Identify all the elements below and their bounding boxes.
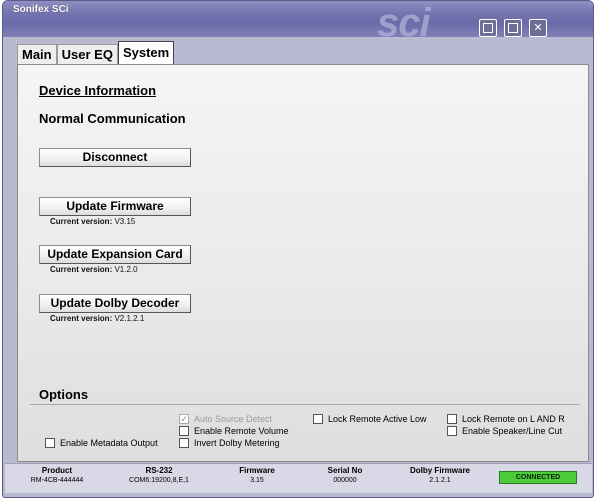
- firmware-label: Firmware: [239, 466, 275, 475]
- dolby-firmware-label: Dolby Firmware: [409, 466, 470, 475]
- checkbox-box: [179, 438, 189, 448]
- enable-metadata-output-checkbox[interactable]: Enable Metadata Output: [45, 438, 158, 448]
- checkbox-box: [447, 414, 457, 424]
- title-bar[interactable]: Sonifex SCi sci ✕: [3, 1, 593, 45]
- status-firmware: Firmware 3.15: [217, 466, 297, 484]
- sci-logo: sci: [377, 1, 431, 45]
- expansion-version-text: Current version: V1.2.0: [50, 265, 138, 274]
- system-panel: Device Information Normal Communication …: [17, 64, 589, 462]
- status-bar: Product RM-4CB-444444 RS-232 COM6:19200,…: [5, 463, 592, 493]
- options-divider: [30, 404, 580, 405]
- lock-remote-active-low-label: Lock Remote Active Low: [328, 414, 427, 424]
- update-dolby-decoder-button[interactable]: Update Dolby Decoder: [39, 294, 191, 313]
- status-serial: Serial No 000000: [305, 466, 385, 484]
- enable-speaker-line-cut-checkbox[interactable]: Enable Speaker/Line Cut: [447, 426, 562, 436]
- serial-value: 000000: [333, 477, 357, 484]
- maximize-icon: [508, 23, 518, 33]
- tab-strip: Main User EQ System: [17, 41, 175, 65]
- invert-dolby-metering-checkbox[interactable]: Invert Dolby Metering: [179, 438, 280, 448]
- firmware-value: 3.15: [250, 477, 264, 484]
- tab-system[interactable]: System: [117, 41, 175, 65]
- enable-speaker-line-cut-label: Enable Speaker/Line Cut: [462, 426, 563, 436]
- window-title: Sonifex SCi: [13, 4, 69, 15]
- checkbox-box: [179, 426, 189, 436]
- device-information-heading: Device Information: [39, 83, 157, 98]
- status-dolby-firmware: Dolby Firmware 2.1.2.1: [395, 466, 485, 484]
- dolby-version-value: V2.1.2.1: [114, 314, 145, 323]
- minimize-button[interactable]: [479, 19, 497, 37]
- enable-remote-volume-checkbox[interactable]: Enable Remote Volume: [179, 426, 289, 436]
- invert-dolby-metering-label: Invert Dolby Metering: [194, 438, 280, 448]
- minimize-icon: [483, 23, 493, 33]
- update-firmware-button[interactable]: Update Firmware: [39, 197, 191, 216]
- communication-status: Normal Communication: [39, 111, 186, 126]
- connection-status-badge: CONNECTED: [499, 471, 577, 484]
- lock-remote-l-and-r-label: Lock Remote on L AND R: [462, 414, 565, 424]
- product-label: Product: [41, 466, 73, 475]
- close-icon: ✕: [533, 22, 543, 34]
- maximize-button[interactable]: [504, 19, 522, 37]
- checkbox-box: [447, 426, 457, 436]
- enable-remote-volume-label: Enable Remote Volume: [194, 426, 289, 436]
- firmware-version-label: Current version:: [50, 217, 113, 226]
- auto-source-detect-checkbox[interactable]: ✓ Auto Source Detect: [179, 414, 272, 424]
- rs232-value: COM6:19200,8,E,1: [129, 477, 189, 484]
- expansion-version-value: V1.2.0: [114, 265, 138, 274]
- tab-user-eq[interactable]: User EQ: [56, 44, 118, 64]
- expansion-version-label: Current version:: [50, 265, 113, 274]
- status-product: Product RM-4CB-444444: [11, 466, 103, 484]
- app-window: Sonifex SCi sci ✕ Main User EQ System De…: [2, 0, 594, 498]
- firmware-version-value: V3.15: [114, 217, 136, 226]
- close-button[interactable]: ✕: [529, 19, 547, 37]
- auto-source-detect-label: Auto Source Detect: [194, 414, 273, 424]
- serial-label: Serial No: [327, 466, 363, 475]
- options-heading: Options: [39, 387, 89, 402]
- firmware-version-text: Current version: V3.15: [50, 217, 135, 226]
- dolby-version-text: Current version: V2.1.2.1: [50, 314, 144, 323]
- dolby-firmware-value: 2.1.2.1: [429, 477, 451, 484]
- enable-metadata-output-label: Enable Metadata Output: [60, 438, 158, 448]
- checkbox-box: [313, 414, 323, 424]
- rs232-label: RS-232: [145, 466, 173, 475]
- checkbox-box: [45, 438, 55, 448]
- checkmark-icon: ✓: [179, 414, 189, 424]
- update-expansion-card-button[interactable]: Update Expansion Card: [39, 245, 191, 264]
- disconnect-button[interactable]: Disconnect: [39, 148, 191, 167]
- tab-main[interactable]: Main: [17, 44, 57, 64]
- dolby-version-label: Current version:: [50, 314, 113, 323]
- lock-remote-active-low-checkbox[interactable]: Lock Remote Active Low: [313, 414, 427, 424]
- product-value: RM-4CB-444444: [30, 477, 84, 484]
- lock-remote-l-and-r-checkbox[interactable]: Lock Remote on L AND R: [447, 414, 565, 424]
- status-rs232: RS-232 COM6:19200,8,E,1: [109, 466, 209, 484]
